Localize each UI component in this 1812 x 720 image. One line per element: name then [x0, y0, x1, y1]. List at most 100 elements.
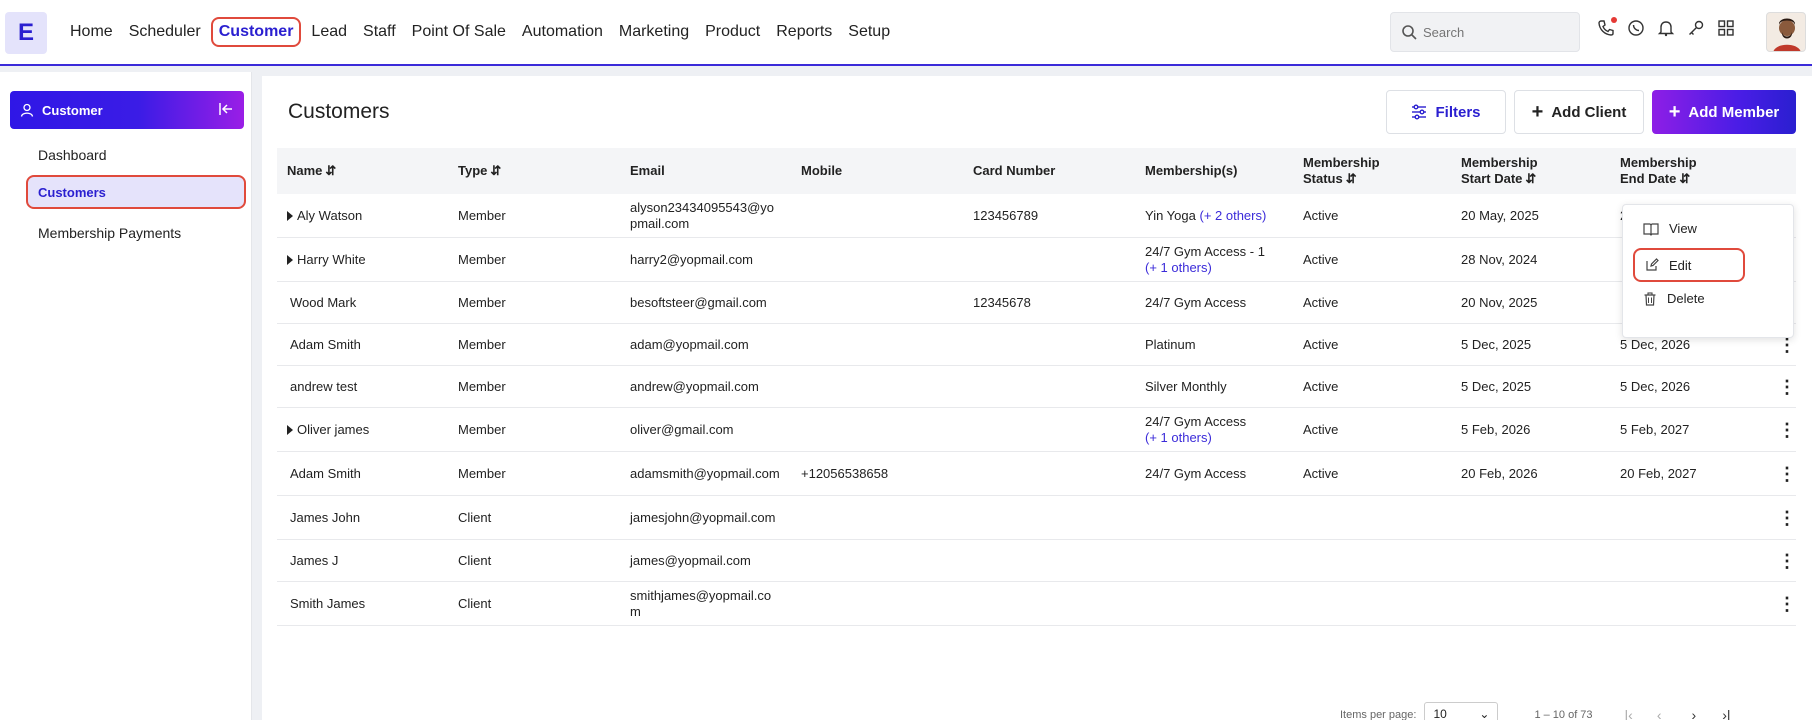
more-memberships-link[interactable]: (+ 2 others): [1199, 208, 1266, 223]
cell-type: Client: [458, 509, 492, 525]
first-page-icon[interactable]: |‹: [1625, 707, 1633, 720]
column-header[interactable]: Name ⇵: [277, 163, 448, 179]
items-per-page-select[interactable]: 10 ⌄: [1424, 702, 1499, 720]
cell-name: andrew test: [277, 379, 448, 395]
items-per-page-label: Items per page:: [1340, 709, 1417, 720]
filters-button[interactable]: Filters: [1386, 90, 1506, 134]
nav-lead[interactable]: Lead: [311, 19, 347, 45]
sort-icon[interactable]: ⇵: [490, 163, 501, 178]
sidebar-item-customers[interactable]: Customers: [26, 175, 246, 209]
customer-name[interactable]: Wood Mark: [290, 295, 356, 310]
more-vertical-icon[interactable]: ⋮: [1778, 378, 1796, 396]
apps-grid-icon[interactable]: [1716, 18, 1736, 38]
add-client-button[interactable]: + Add Client: [1514, 90, 1644, 134]
column-header[interactable]: Type ⇵: [448, 163, 620, 179]
sidebar-item-membership-payments[interactable]: Membership Payments: [38, 225, 181, 241]
collapse-sidebar-icon[interactable]: [218, 101, 234, 117]
more-vertical-icon[interactable]: ⋮: [1778, 421, 1796, 439]
cell-type: Member: [458, 378, 506, 394]
column-header[interactable]: Membership Status ⇵: [1293, 155, 1451, 187]
cell-end-date: 5 Dec, 2026: [1620, 336, 1691, 352]
table-row[interactable]: Adam Smith Member adam@yopmail.com Platinum…: [277, 324, 1796, 366]
table-row[interactable]: James John Client jamesjohn@yopmail.com ⋮: [277, 496, 1796, 540]
book-open-icon: [1643, 222, 1659, 236]
more-vertical-icon[interactable]: ⋮: [1778, 552, 1796, 570]
search-box[interactable]: [1390, 12, 1580, 52]
customer-name[interactable]: andrew test: [290, 379, 357, 394]
nav-automation[interactable]: Automation: [522, 19, 603, 45]
more-memberships-link[interactable]: (+ 1 others): [1145, 260, 1212, 275]
nav-reports[interactable]: Reports: [776, 19, 832, 45]
last-page-icon[interactable]: ›|: [1722, 707, 1730, 720]
more-vertical-icon[interactable]: ⋮: [1778, 336, 1796, 354]
items-per-page-value: 10: [1433, 707, 1447, 720]
table-row[interactable]: andrew test Member andrew@yopmail.com Silve…: [277, 366, 1796, 408]
expand-row-icon[interactable]: [287, 210, 293, 221]
table-row[interactable]: Aly Watson Member alyson23434095543@yopmai…: [277, 194, 1796, 238]
search-input[interactable]: [1423, 24, 1573, 40]
table-row[interactable]: Harry White Member harry2@yopmail.com 24/7 …: [277, 238, 1796, 282]
customer-name[interactable]: James John: [290, 510, 360, 525]
cell-card-number: 123456789: [973, 207, 1039, 223]
customer-name[interactable]: James J: [290, 553, 338, 568]
bell-icon[interactable]: [1656, 18, 1676, 38]
expand-row-icon[interactable]: [287, 254, 293, 265]
next-page-icon[interactable]: ›: [1692, 707, 1697, 720]
cell-email: harry2@yopmail.com: [630, 251, 754, 267]
customer-name[interactable]: Aly Watson: [297, 208, 362, 223]
membership-name: 24/7 Gym Access: [1145, 413, 1247, 429]
prev-page-icon[interactable]: ‹: [1657, 707, 1662, 720]
more-vertical-icon[interactable]: ⋮: [1778, 595, 1796, 613]
column-header[interactable]: Membership End Date ⇵: [1610, 155, 1768, 187]
column-header[interactable]: Membership Start Date ⇵: [1451, 155, 1610, 187]
app-logo[interactable]: E: [5, 12, 47, 54]
phone-icon[interactable]: [1596, 17, 1617, 38]
add-member-button[interactable]: + Add Member: [1652, 90, 1796, 134]
nav-customer[interactable]: Customer: [210, 17, 302, 47]
customer-name[interactable]: Smith James: [290, 596, 365, 611]
cell-name: Wood Mark: [277, 295, 448, 311]
nav-scheduler[interactable]: Scheduler: [129, 19, 201, 45]
nav-home[interactable]: Home: [70, 19, 113, 45]
customer-name[interactable]: Adam Smith: [290, 337, 361, 352]
user-avatar[interactable]: [1766, 12, 1806, 52]
sort-icon[interactable]: ⇵: [1346, 171, 1357, 186]
key-icon[interactable]: [1686, 18, 1706, 38]
customer-name[interactable]: Adam Smith: [290, 466, 361, 481]
cell-start-date: 20 Feb, 2026: [1461, 465, 1538, 481]
notification-dot: [1611, 17, 1617, 23]
cell-name: James J: [277, 553, 448, 569]
search-icon: [1402, 25, 1417, 40]
nav-setup[interactable]: Setup: [848, 19, 890, 45]
expand-row-icon[interactable]: [287, 424, 293, 435]
table-row[interactable]: Wood Mark Member besoftsteer@gmail.com 1234…: [277, 282, 1796, 324]
customer-name[interactable]: Oliver james: [297, 422, 369, 437]
page-range: 1 – 10 of 73: [1534, 709, 1593, 720]
cell-actions: ⋮: [1768, 595, 1796, 613]
table-row[interactable]: Smith James Client smithjames@yopmail.com ⋮: [277, 582, 1796, 626]
more-vertical-icon[interactable]: ⋮: [1778, 465, 1796, 483]
nav-point-of-sale[interactable]: Point Of Sale: [412, 19, 506, 45]
menu-delete[interactable]: Delete: [1643, 291, 1705, 306]
nav-marketing[interactable]: Marketing: [619, 19, 689, 45]
cell-actions: ⋮: [1768, 509, 1796, 527]
cell-memberships: 24/7 Gym Access: [1135, 295, 1293, 311]
menu-view[interactable]: View: [1643, 221, 1697, 236]
customer-name[interactable]: Harry White: [297, 252, 366, 267]
sidebar-item-dashboard[interactable]: Dashboard: [38, 147, 107, 163]
membership-name: Platinum: [1145, 336, 1196, 352]
menu-edit[interactable]: Edit: [1633, 248, 1745, 282]
sort-icon[interactable]: ⇵: [1679, 171, 1690, 186]
column-header: Mobile: [791, 163, 963, 179]
more-vertical-icon[interactable]: ⋮: [1778, 509, 1796, 527]
plus-icon: +: [1668, 101, 1681, 123]
sort-icon[interactable]: ⇵: [325, 163, 336, 178]
nav-product[interactable]: Product: [705, 19, 760, 45]
table-row[interactable]: Adam Smith Member adamsmith@yopmail.com +12…: [277, 452, 1796, 496]
sort-icon[interactable]: ⇵: [1525, 171, 1536, 186]
table-row[interactable]: Oliver james Member oliver@gmail.com 24/7 G…: [277, 408, 1796, 452]
nav-staff[interactable]: Staff: [363, 19, 396, 45]
whatsapp-icon[interactable]: [1626, 18, 1646, 38]
table-row[interactable]: James J Client james@yopmail.com ⋮: [277, 540, 1796, 582]
more-memberships-link[interactable]: (+ 1 others): [1145, 430, 1212, 445]
